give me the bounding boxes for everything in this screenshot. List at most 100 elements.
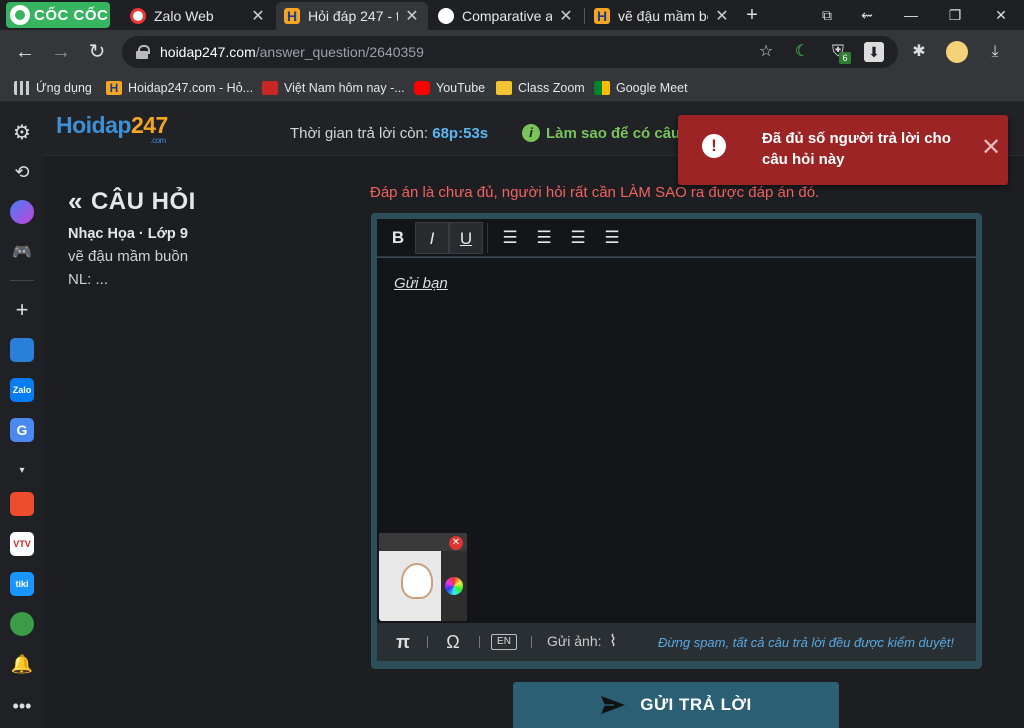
alert-icon: !	[702, 134, 726, 158]
underline-button[interactable]: U	[449, 222, 483, 254]
bookmark-label: Hoidap247.com - Hỏ...	[128, 81, 254, 95]
downloads-icon[interactable]: ⤓	[984, 41, 1006, 63]
question-heading[interactable]: « CÂU HỎI	[68, 186, 196, 217]
question-text: vẽ đậu mầm buồn	[68, 248, 189, 265]
site-logo[interactable]: Hoidap247 .com	[56, 112, 168, 145]
omega-symbol-icon[interactable]: Ω	[441, 631, 465, 653]
tiki-app-icon[interactable]: tiki	[10, 572, 34, 596]
dark-mode-icon[interactable]: ☾	[792, 42, 812, 62]
apps-grid-icon	[14, 81, 30, 95]
answer-warning: Đáp án là chưa đủ, người hỏi rất cần LÀM…	[370, 184, 820, 201]
new-tab-button[interactable]: +	[740, 3, 764, 27]
hoidap-favicon-icon: H	[106, 81, 122, 95]
align-justify-button[interactable]: ☰	[595, 222, 629, 254]
hoidap-favicon-icon: H	[284, 8, 300, 24]
bookmark-label: YouTube	[436, 81, 486, 95]
close-toast-icon[interactable]: ✕	[980, 136, 1002, 160]
extensions-puzzle-icon[interactable]: ✱	[908, 41, 930, 63]
tab-divider	[584, 8, 585, 24]
reload-button[interactable]: ↻	[84, 39, 110, 65]
zalo-favicon-icon	[130, 8, 146, 24]
url-host: hoidap247.com	[160, 44, 256, 60]
editor-footer: π Ω EN Gửi ảnh: ⌇ Đừng spam, tất cả câu …	[377, 623, 976, 661]
color-wheel-icon	[445, 577, 463, 595]
close-tab-icon[interactable]: ✕	[250, 6, 266, 26]
tab-title: Zalo Web	[154, 8, 214, 24]
submit-answer-button[interactable]: GỬI TRẢ LỜI	[513, 682, 839, 728]
bookmark-google-meet[interactable]: Google Meet	[594, 79, 688, 97]
align-right-button[interactable]: ☰	[561, 222, 595, 254]
bookmark-star-icon[interactable]: ☆	[756, 42, 776, 62]
lock-icon	[136, 45, 150, 59]
browser-sidebar: ⚙ ⟲ 🎮 + Zalo G ▾ VTV tiki 🔔 •••	[0, 102, 44, 728]
messenger-icon[interactable]	[10, 200, 34, 224]
settings-gear-icon[interactable]: ⚙	[10, 120, 34, 144]
close-tab-icon[interactable]: ✕	[404, 6, 420, 26]
tab-comparative[interactable]: Comparative ac ✕	[430, 2, 582, 30]
classroom-icon	[496, 81, 512, 95]
tab-zalo[interactable]: Zalo Web ✕	[122, 2, 274, 30]
football-app-icon[interactable]	[10, 612, 34, 636]
question-subject: Nhạc Họa · Lớp 9	[68, 226, 188, 242]
bookmark-hoidap[interactable]: H Hoidap247.com - Hỏ...	[106, 79, 253, 97]
profile-avatar[interactable]	[946, 41, 968, 63]
drawing-figure	[401, 563, 433, 599]
vtv-favicon-icon	[262, 81, 278, 95]
vtv-app-icon[interactable]: VTV	[10, 532, 34, 556]
expand-down-icon[interactable]: ▾	[10, 458, 34, 482]
close-tab-icon[interactable]: ✕	[714, 6, 730, 26]
answer-text: Gửi bạn	[394, 275, 448, 292]
bookmark-label: Việt Nam hôm nay -...	[284, 81, 405, 95]
notification-bell-icon[interactable]: 🔔	[10, 652, 34, 676]
paperclip-icon[interactable]: ⌇	[605, 631, 621, 653]
close-window-button[interactable]: ✕	[986, 4, 1016, 26]
timer-value: 68p:53s	[432, 125, 489, 142]
more-menu-icon[interactable]: •••	[10, 694, 34, 718]
math-pi-icon[interactable]: π	[393, 631, 413, 653]
youtube-icon	[414, 81, 430, 95]
bold-button[interactable]: B	[381, 222, 415, 254]
tab-vedaumam[interactable]: H vẽ đậu mầm bơ ✕	[586, 2, 738, 30]
bookmark-youtube[interactable]: YouTube	[414, 79, 485, 97]
tab-strip: CỐC CỐC Zalo Web ✕ H Hỏi đáp 247 - t ✕ C…	[0, 0, 1024, 30]
address-bar[interactable]: hoidap247.com/answer_question/2640359 ☆ …	[122, 36, 898, 68]
remove-image-icon[interactable]: ✕	[449, 536, 463, 550]
italic-button[interactable]: I	[415, 222, 449, 254]
back-button[interactable]: ←	[12, 39, 38, 65]
tab-title: Comparative ac	[462, 8, 552, 24]
question-text: NL: ...	[68, 271, 109, 288]
align-center-button[interactable]: ☰	[527, 222, 561, 254]
screenshot-icon[interactable]: ⧉	[812, 4, 842, 26]
shopee-app-icon[interactable]	[10, 492, 34, 516]
add-sidebar-app-icon[interactable]: +	[10, 297, 34, 322]
tab-hoidap[interactable]: H Hỏi đáp 247 - t ✕	[276, 2, 428, 30]
toast-message: Đã đủ số người trả lời cho câu hỏi này	[762, 130, 951, 168]
bookmark-label: Ứng dụng	[36, 81, 92, 95]
logo-text-b: 247	[130, 112, 168, 138]
answer-editor: B I U ☰ ☰ ☰ ☰ Gửi bạn ✕ π Ω EN Gửi ảnh: …	[371, 213, 982, 669]
editor-text-area[interactable]: Gửi bạn ✕	[377, 258, 976, 623]
translate-app-icon[interactable]: G	[10, 418, 34, 442]
attached-image-thumbnail[interactable]: ✕	[379, 533, 467, 621]
info-icon: i	[522, 124, 540, 142]
bookmark-vietnam[interactable]: Việt Nam hôm nay -...	[262, 79, 405, 97]
coccoc-menu-button[interactable]: CỐC CỐC	[6, 2, 110, 28]
logo-com: .com	[150, 136, 166, 145]
history-icon[interactable]: ⟲	[10, 160, 34, 184]
url-path: /answer_question/2640359	[255, 44, 424, 60]
weather-app-icon[interactable]	[10, 338, 34, 362]
align-left-button[interactable]: ☰	[493, 222, 527, 254]
close-tab-icon[interactable]: ✕	[558, 6, 574, 26]
bookmark-apps[interactable]: Ứng dụng	[14, 79, 92, 97]
download-video-icon[interactable]: ⬇	[864, 42, 884, 62]
maximize-button[interactable]: ❐	[940, 4, 970, 26]
brand-label: CỐC CỐC	[34, 6, 109, 24]
minimize-button[interactable]: —	[896, 4, 926, 26]
english-keyboard-icon[interactable]: EN	[491, 634, 517, 650]
back-history-icon[interactable]: ⇜	[852, 4, 882, 26]
forward-button[interactable]: →	[48, 39, 74, 65]
gamepad-icon[interactable]: 🎮	[10, 240, 34, 264]
zalo-app-icon[interactable]: Zalo	[10, 378, 34, 402]
spam-note: Đừng spam, tất cả câu trả lời đều được k…	[658, 635, 954, 650]
bookmark-class-zoom[interactable]: Class Zoom	[496, 79, 585, 97]
